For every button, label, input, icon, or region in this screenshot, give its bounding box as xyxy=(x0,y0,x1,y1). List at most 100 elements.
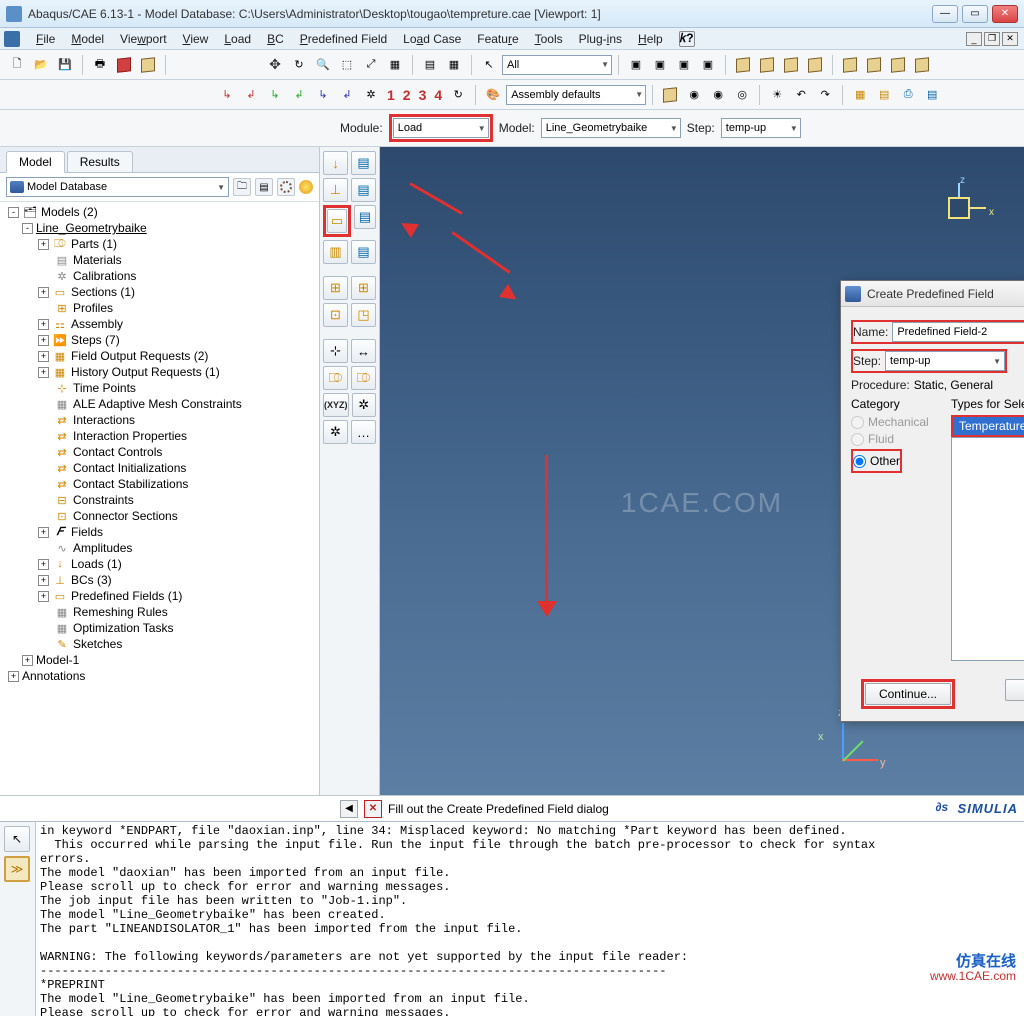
viewport[interactable]: z x 1CAE.COM z y x xyxy=(380,147,1024,795)
q1-icon[interactable]: ▦ xyxy=(849,84,871,106)
cycle-view-icon[interactable]: ↻ xyxy=(447,84,469,106)
prompt-cancel-button[interactable]: ✕ xyxy=(364,800,382,818)
layer3-icon[interactable]: ◉ xyxy=(707,84,729,106)
q4-icon[interactable]: ▤ xyxy=(921,84,943,106)
csys-x-y-icon[interactable]: ↲ xyxy=(240,84,262,106)
annot2-icon[interactable]: ↶ xyxy=(790,84,812,106)
axis-4[interactable]: 4 xyxy=(431,87,445,103)
axis-1[interactable]: 1 xyxy=(384,87,398,103)
types-listbox[interactable] xyxy=(951,437,1024,661)
module-combo[interactable]: Load xyxy=(393,118,489,138)
print-icon[interactable]: 🖶 xyxy=(89,54,111,76)
csys-x-z-icon[interactable]: ↳ xyxy=(264,84,286,106)
tb-pt3-icon[interactable]: ⎄ xyxy=(323,366,348,390)
tab-model[interactable]: Model xyxy=(6,151,65,173)
persp1-icon[interactable] xyxy=(839,54,861,76)
tb-asm3-icon[interactable]: ⊡ xyxy=(323,303,348,327)
color-palette-icon[interactable]: 🎨 xyxy=(482,84,504,106)
pan-icon[interactable]: ✥ xyxy=(264,54,286,76)
fit-icon[interactable]: ⤢ xyxy=(360,54,382,76)
continue-button[interactable]: Continue... xyxy=(865,683,951,705)
close-button[interactable]: ✕ xyxy=(992,5,1018,23)
radio-other[interactable]: Other xyxy=(853,454,900,468)
menu-view[interactable]: View xyxy=(175,32,217,46)
tb-pt1-icon[interactable]: ⊹ xyxy=(323,339,348,363)
save-icon[interactable]: 💾 xyxy=(54,54,76,76)
grid1-icon[interactable]: ▤ xyxy=(419,54,441,76)
tb-loadcase-create-icon[interactable]: ▥ xyxy=(323,240,348,264)
tb-asm1-icon[interactable]: ⊞ xyxy=(323,276,348,300)
msg-tool-2[interactable]: ≫ xyxy=(4,856,30,882)
menu-feature[interactable]: Feature xyxy=(469,32,526,46)
q2-icon[interactable]: ▤ xyxy=(873,84,895,106)
doc-close-button[interactable]: ✕ xyxy=(1002,32,1018,46)
tb-asm2-icon[interactable]: ⊞ xyxy=(351,276,376,300)
cancel-button[interactable]: Cancel xyxy=(1005,679,1024,701)
toggle-models[interactable]: - xyxy=(8,207,19,218)
csys-y-x-icon[interactable]: ↳ xyxy=(216,84,238,106)
grid2-icon[interactable]: ▦ xyxy=(443,54,465,76)
tb-loadcase-manage-icon[interactable]: ▤ xyxy=(351,240,376,264)
menu-predefined-field[interactable]: Predefined Field xyxy=(292,32,395,46)
vis1-icon[interactable]: ▣ xyxy=(625,54,647,76)
tb-load-manage-icon[interactable]: ▤ xyxy=(351,151,376,175)
menu-viewport[interactable]: Viewport xyxy=(112,32,175,46)
q3-icon[interactable]: ⎙ xyxy=(897,84,919,106)
menu-bc[interactable]: BC xyxy=(259,32,292,46)
csys-y-z-icon[interactable]: ↲ xyxy=(336,84,358,106)
step-combo[interactable]: temp-up xyxy=(721,118,801,138)
vis4-icon[interactable]: ▣ xyxy=(697,54,719,76)
expand-icon[interactable]: ▤ xyxy=(255,178,273,196)
menu-plugins[interactable]: Plug-ins xyxy=(571,32,630,46)
persp4-icon[interactable] xyxy=(911,54,933,76)
rotate-icon[interactable]: ↻ xyxy=(288,54,310,76)
annot3-icon[interactable]: ↷ xyxy=(814,84,836,106)
tb-mesh2-icon[interactable]: … xyxy=(351,420,376,444)
bulb-icon[interactable] xyxy=(299,180,313,194)
model-tree[interactable]: -🗂Models (2) -Line_Geometrybaike +⎄Parts… xyxy=(0,202,319,795)
layer2-icon[interactable]: ◉ xyxy=(683,84,705,106)
minimize-button[interactable]: — xyxy=(932,5,958,23)
annot1-icon[interactable]: ☀ xyxy=(766,84,788,106)
db2-icon[interactable] xyxy=(137,54,159,76)
filter-icon[interactable]: 🗀 xyxy=(233,178,251,196)
settings-icon[interactable] xyxy=(277,178,295,196)
layer1-icon[interactable] xyxy=(659,84,681,106)
tab-results[interactable]: Results xyxy=(67,151,133,172)
prompt-prev-button[interactable]: ◀ xyxy=(340,800,358,818)
context-help-icon[interactable]: 𝑘? xyxy=(679,31,695,47)
tb-csys2-icon[interactable]: ✲ xyxy=(352,393,377,417)
dlg-step-combo[interactable]: temp-up xyxy=(885,351,1005,371)
menu-model[interactable]: Model xyxy=(63,32,112,46)
persp2-icon[interactable] xyxy=(863,54,885,76)
msg-tool-1[interactable]: ↖ xyxy=(4,826,30,852)
menu-load[interactable]: Load xyxy=(216,32,259,46)
zoom-box-icon[interactable]: ⬚ xyxy=(336,54,358,76)
tb-mesh1-icon[interactable]: ✲ xyxy=(323,420,348,444)
tb-predef-manage-icon[interactable]: ▤ xyxy=(354,205,376,229)
tree-item-line-geom[interactable]: Line_Geometrybaike xyxy=(36,221,147,235)
model-combo[interactable]: Line_Geometrybaike xyxy=(541,118,681,138)
render1-icon[interactable] xyxy=(732,54,754,76)
menu-file[interactable]: File xyxy=(28,32,63,46)
render2-icon[interactable] xyxy=(756,54,778,76)
csys-z-x-icon[interactable]: ↲ xyxy=(288,84,310,106)
tb-pt2-icon[interactable]: ↔ xyxy=(351,339,376,363)
zoom-icon[interactable]: 🔍 xyxy=(312,54,334,76)
axis-3[interactable]: 3 xyxy=(416,87,430,103)
tb-load-create-icon[interactable]: ↓ xyxy=(323,151,348,175)
type-temperature[interactable]: Temperature xyxy=(953,417,1024,435)
layer4-icon[interactable]: ◎ xyxy=(731,84,753,106)
tb-bc-create-icon[interactable]: ⊥ xyxy=(323,178,348,202)
color-scheme-combo[interactable]: Assembly defaults xyxy=(506,85,646,105)
dlg-name-input[interactable] xyxy=(892,322,1024,342)
select-filter-combo[interactable]: All xyxy=(502,55,612,75)
tb-pt4-icon[interactable]: ⎄ xyxy=(351,366,376,390)
menu-load-case[interactable]: Load Case xyxy=(395,32,469,46)
render4-icon[interactable] xyxy=(804,54,826,76)
render3-icon[interactable] xyxy=(780,54,802,76)
db-combo[interactable]: Model Database xyxy=(6,177,229,197)
open-icon[interactable]: 📂 xyxy=(30,54,52,76)
auto-fit-icon[interactable]: ▦ xyxy=(384,54,406,76)
doc-restore-button[interactable]: ❐ xyxy=(984,32,1000,46)
